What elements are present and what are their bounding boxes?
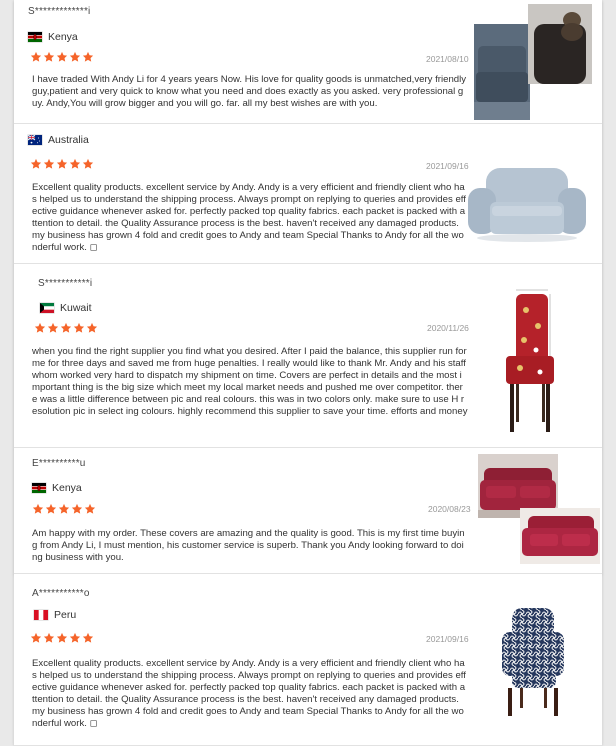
reviewer-country: Peru xyxy=(34,609,76,621)
star-icon xyxy=(30,632,42,644)
chair-cover-photo xyxy=(528,4,592,84)
star-icon xyxy=(43,51,55,63)
country-name: Kenya xyxy=(48,31,78,43)
review-text: when you find the right supplier you fin… xyxy=(32,346,468,417)
reviewer-country: Australia xyxy=(28,134,89,146)
star-icon xyxy=(56,158,68,170)
star-icon xyxy=(82,632,94,644)
star-icon xyxy=(47,322,59,334)
review-date: 2020/11/26 xyxy=(427,323,469,333)
review-text: Am happy with my order. These covers are… xyxy=(32,528,465,563)
star-icon xyxy=(34,322,46,334)
review-date: 2021/09/16 xyxy=(426,634,469,644)
reviewer-country: Kuwait xyxy=(40,302,92,314)
star-icon xyxy=(69,632,81,644)
review-text: Excellent quality products. excellent se… xyxy=(32,182,466,253)
star-icon xyxy=(43,158,55,170)
star-icon xyxy=(69,51,81,63)
star-icon xyxy=(30,51,42,63)
kenya-flag-icon xyxy=(32,483,46,493)
country-name: Peru xyxy=(54,609,77,621)
kenya-flag-icon xyxy=(28,32,42,42)
review-card: Australia 2021/09/16 Excellent quality p… xyxy=(14,124,602,264)
star-icon xyxy=(84,503,96,515)
review-date: 2021/08/10 xyxy=(426,54,469,64)
review-text: I have traded With Andy Li for 4 years y… xyxy=(32,74,467,109)
star-icon xyxy=(45,503,57,515)
review-card: E**********u Kenya 2020/08/23 Am happy w… xyxy=(14,448,602,574)
star-icon xyxy=(56,51,68,63)
review-text: Excellent quality products. excellent se… xyxy=(32,658,466,729)
star-icon xyxy=(43,632,55,644)
star-icon xyxy=(56,632,68,644)
reviewer-country: Kenya xyxy=(28,31,78,43)
star-icon xyxy=(30,158,42,170)
sofa-cover-photo xyxy=(520,508,600,564)
wingback-chair-cover-photo xyxy=(494,602,566,722)
star-icon xyxy=(71,503,83,515)
review-card: S***********i Kuwait 2020/11/26 when you… xyxy=(14,264,602,448)
star-rating xyxy=(30,632,94,644)
peru-flag-icon xyxy=(34,610,48,620)
review-date: 2020/08/23 xyxy=(428,504,471,514)
country-name: Australia xyxy=(48,134,89,146)
star-icon xyxy=(82,158,94,170)
star-icon xyxy=(73,322,85,334)
country-name: Kenya xyxy=(52,482,82,494)
country-name: Kuwait xyxy=(60,302,92,314)
star-icon xyxy=(86,322,98,334)
star-icon xyxy=(60,322,72,334)
sofa-cover-photo xyxy=(474,24,530,120)
review-card: A***********o Peru 2021/09/16 Excellent … xyxy=(14,574,602,746)
armchair-cover-photo xyxy=(466,162,588,244)
reviewer-country: Kenya xyxy=(32,482,82,494)
review-card: S*************i Kenya 2021/08/10 I have … xyxy=(14,0,602,124)
chair-cover-photo xyxy=(496,286,564,436)
reviewer-username: S***********i xyxy=(38,278,93,289)
star-rating xyxy=(30,51,94,63)
reviewer-username: A***********o xyxy=(32,588,90,599)
reviews-page: S*************i Kenya 2021/08/10 I have … xyxy=(14,0,602,746)
kuwait-flag-icon xyxy=(40,303,54,313)
star-rating xyxy=(34,322,98,334)
star-icon xyxy=(69,158,81,170)
review-date: 2021/09/16 xyxy=(426,161,469,171)
star-icon xyxy=(32,503,44,515)
australia-flag-icon xyxy=(28,135,42,145)
reviewer-username: S*************i xyxy=(28,6,91,17)
star-icon xyxy=(82,51,94,63)
star-rating xyxy=(30,158,94,170)
star-rating xyxy=(32,503,96,515)
star-icon xyxy=(58,503,70,515)
reviewer-username: E**********u xyxy=(32,458,86,469)
